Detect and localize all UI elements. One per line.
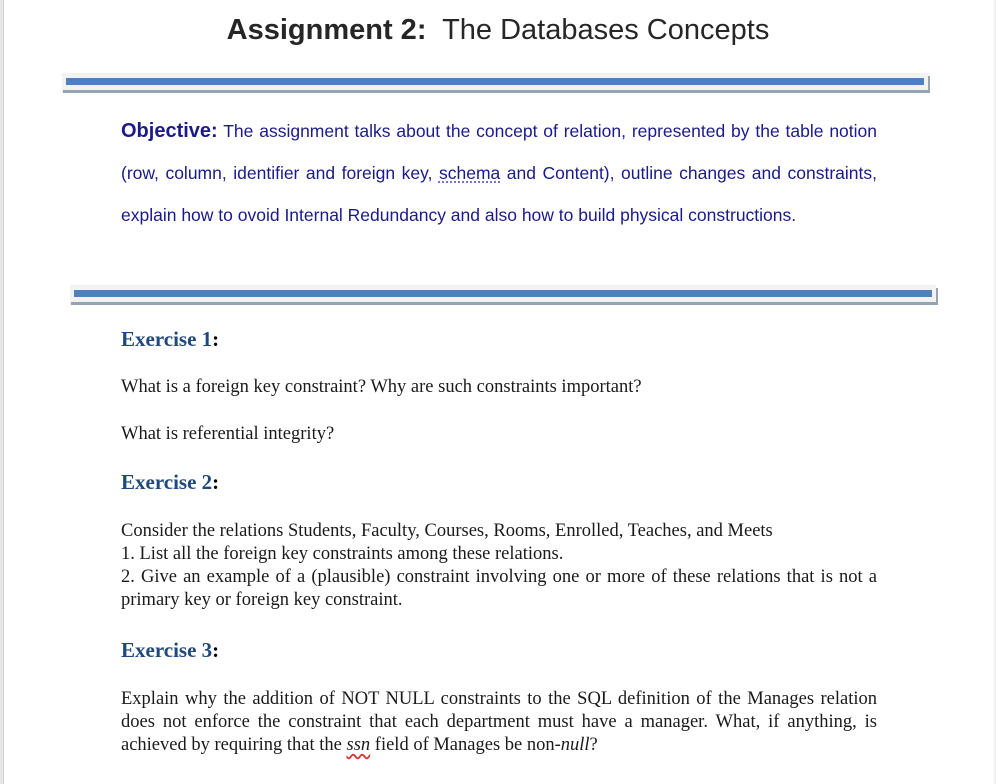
exercise-3-heading: Exercise 3: — [121, 638, 220, 662]
title-rest: The Databases Concepts — [442, 14, 770, 46]
divider-middle — [70, 285, 938, 305]
null-word: null — [560, 735, 590, 755]
schema-word: schema — [438, 163, 501, 183]
exercise-3-paragraph: Explain why the addition of NOT NULL con… — [121, 689, 877, 755]
objective-label: Objective: — [121, 120, 218, 142]
divider-top — [62, 73, 930, 93]
exercise-2-heading: Exercise 2: — [121, 470, 220, 494]
exercise-2-intro: Consider the relations Students, Faculty… — [121, 521, 773, 541]
exercise-1-heading: Exercise 1: — [121, 327, 220, 351]
exercise-2-item-1: 1. List all the foreign key constraints … — [121, 544, 564, 564]
exercise-1-question-2: What is referential integrity? — [121, 424, 335, 444]
document-title: Assignment 2: The Databases Concepts — [0, 14, 996, 47]
title-bold: Assignment 2: — [226, 14, 427, 46]
ssn-word: ssn — [346, 735, 371, 755]
exercise-1-question-1: What is a foreign key constraint? Why ar… — [121, 377, 642, 397]
page-left-edge — [0, 0, 4, 784]
objective-paragraph: Objective: The assignment talks about th… — [121, 110, 877, 236]
exercise-2-item-2: 2. Give an example of a (plausible) cons… — [121, 567, 877, 610]
